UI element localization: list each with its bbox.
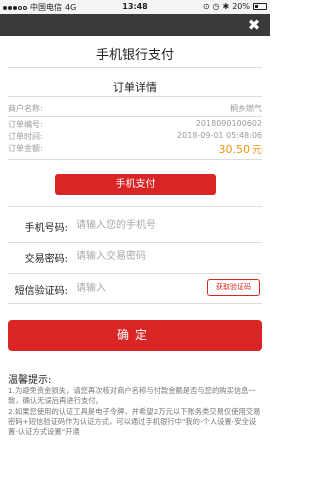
close-button[interactable]: ✖: [244, 15, 264, 35]
divider: [8, 242, 262, 243]
password-input[interactable]: [76, 247, 206, 265]
status-bar: 中国电信 4G 13:48 ⊙ ◷ ✱ 20%: [0, 0, 270, 14]
phone-input[interactable]: [76, 216, 206, 234]
order-label: 订单金额:: [8, 144, 43, 153]
confirm-button[interactable]: 确定: [8, 320, 262, 351]
divider: [8, 273, 262, 274]
battery-icon: [253, 3, 267, 10]
status-right: ⊙ ◷ ✱ 20%: [203, 2, 267, 11]
tips-text: 1.为避免资金损失，请您再次核对商户名称与付款金额是否与您的购买信息一致，确认无…: [8, 386, 263, 437]
order-row-merchant: 商户名称: 桐乡燃气: [8, 103, 262, 115]
sms-label: 短信验证码:: [14, 286, 68, 297]
order-section-title: 订单详情: [113, 81, 157, 94]
amount-value: 30.50: [218, 143, 251, 156]
phone-row: 手机号码:: [8, 216, 262, 236]
order-value: 2018-09-01 05:48:06: [177, 131, 262, 140]
sms-row: 短信验证码: 获取验证码: [8, 279, 262, 299]
page-title: 手机银行支付: [95, 48, 174, 63]
order-label: 订单时间:: [8, 132, 43, 141]
top-bar: ✖: [0, 14, 270, 36]
password-row: 交易密码:: [8, 247, 262, 267]
order-row-number: 订单编号: 2018090100602: [8, 119, 262, 131]
order-label: 商户名称:: [8, 104, 43, 113]
divider: [8, 206, 262, 207]
password-label: 交易密码:: [24, 254, 68, 265]
divider: [8, 96, 262, 97]
divider: [8, 67, 262, 68]
order-value: 桐乡燃气: [230, 104, 262, 113]
divider: [8, 116, 262, 117]
lock-rotation-icon: ⊙: [202, 2, 210, 11]
amount-unit: 元: [252, 145, 262, 156]
bluetooth-icon: ✱: [222, 2, 230, 11]
order-label: 订单编号:: [8, 120, 43, 129]
tips-title: 温馨提示:: [8, 375, 52, 386]
divider: [8, 303, 262, 304]
get-sms-code-button[interactable]: 获取验证码: [207, 279, 260, 296]
tip-line-1: 1.为避免资金损失，请您再次核对商户名称与付款金额是否与您的购买信息一致，确认无…: [8, 386, 256, 406]
divider: [8, 159, 262, 160]
mobile-pay-button[interactable]: 手机支付: [55, 174, 216, 195]
order-value: 2018090100602: [195, 119, 262, 128]
alarm-icon: ◷: [212, 2, 220, 11]
tip-line-2: 2.如果您使用的认证工具是电子令牌，并希望2万元以下账务类交易仅使用交易密码+短…: [8, 406, 261, 437]
order-row-amount: 订单金额: 30.50 元: [8, 141, 263, 156]
battery-label: 20%: [232, 2, 250, 11]
order-amount: 30.50 元: [219, 141, 263, 156]
phone-label: 手机号码:: [24, 223, 68, 234]
sms-code-input[interactable]: [76, 279, 176, 297]
